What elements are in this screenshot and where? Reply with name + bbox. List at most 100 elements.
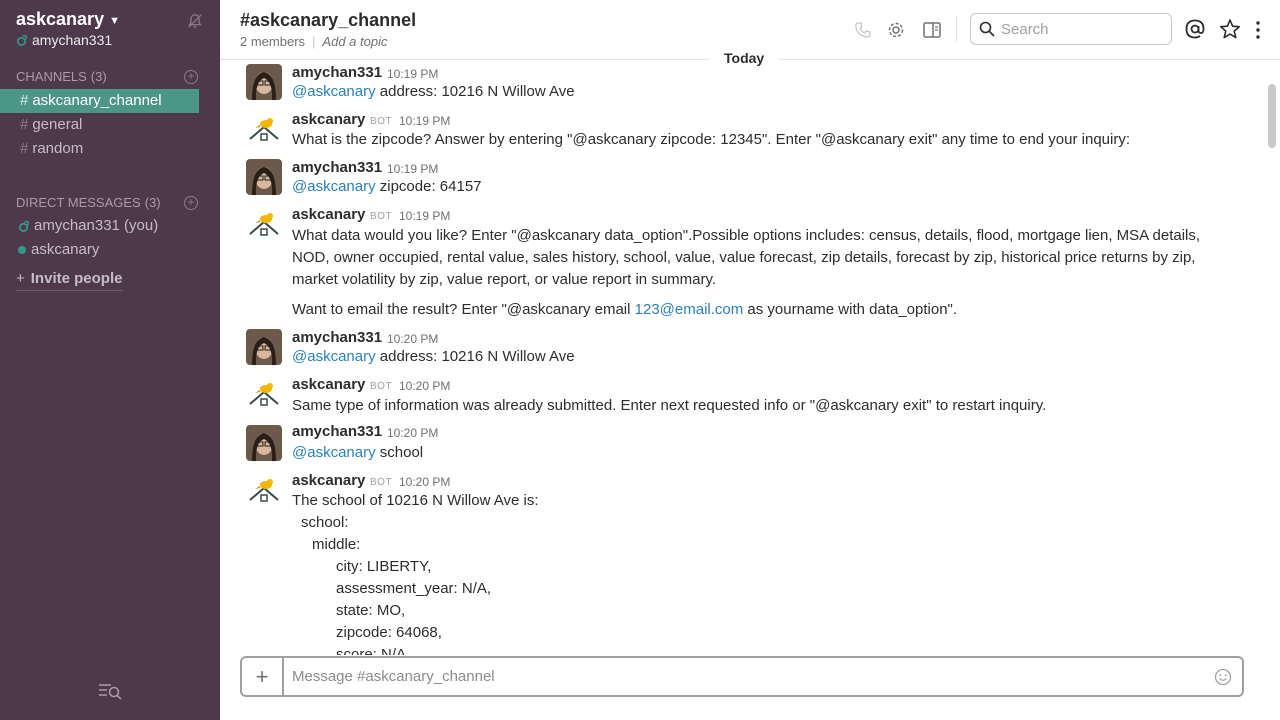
team-name: askcanary (16, 9, 105, 29)
mention-link[interactable]: @askcanary (292, 348, 376, 365)
member-count[interactable]: 2 members (240, 34, 305, 49)
timestamp[interactable]: 10:19 PM (387, 162, 438, 176)
channels-heading-label: CHANNELS (16, 69, 87, 84)
separator: | (312, 34, 316, 49)
team-menu[interactable]: askcanary ▼ (16, 9, 120, 30)
dm-heading-label: DIRECT MESSAGES (16, 195, 141, 210)
sidebar-item-general[interactable]: # general (0, 113, 199, 137)
message-body: school (375, 444, 424, 461)
mention-link[interactable]: @askcanary (292, 83, 376, 100)
mention-link[interactable]: @askcanary (292, 178, 376, 195)
emoji-icon[interactable] (1214, 668, 1232, 686)
presence-icon (18, 220, 29, 232)
channel-meta: 2 members | Add a topic (240, 34, 387, 49)
channel-title[interactable]: #askcanary_channel (240, 10, 416, 31)
message-body: as yourname with data_option". (743, 301, 958, 318)
timestamp[interactable]: 10:19 PM (399, 209, 450, 223)
message-text: What data would you like? Enter "@askcan… (292, 227, 1201, 288)
plus-icon: + (255, 663, 269, 689)
hash-icon: # (20, 92, 29, 109)
bot-avatar[interactable] (246, 376, 282, 412)
sender-name[interactable]: askcanary (292, 111, 365, 128)
sender-name[interactable]: amychan331 (292, 159, 382, 176)
message-text: What is the zipcode? Answer by entering … (292, 131, 1131, 148)
bot-badge: BOT (370, 381, 393, 392)
message-text: score: N/A (336, 646, 407, 655)
bot-avatar[interactable] (246, 206, 282, 242)
message-text: city: LIBERTY, (336, 558, 432, 575)
star-icon[interactable] (1219, 18, 1241, 40)
bot-avatar[interactable] (246, 111, 282, 147)
avatar[interactable] (246, 425, 282, 461)
mention-link[interactable]: @askcanary (292, 444, 376, 461)
phone-icon[interactable] (853, 20, 873, 40)
message-text: state: MO, (336, 602, 406, 619)
timestamp[interactable]: 10:20 PM (387, 426, 438, 440)
sender-name[interactable]: askcanary (292, 472, 365, 489)
avatar[interactable] (246, 159, 282, 195)
sidebar-item-askcanary-channel[interactable]: # askcanary_channel (0, 89, 199, 113)
user-name: amychan331 (32, 32, 113, 48)
message-input[interactable] (284, 668, 1214, 685)
message-text: middle: (312, 536, 361, 553)
search-box[interactable] (970, 13, 1172, 45)
search-icon (979, 21, 995, 37)
message-list: amychan331 10:19 PM @askcanary address: … (220, 61, 1266, 655)
online-dot-icon (18, 246, 26, 254)
add-channel-icon[interactable]: + (184, 70, 198, 84)
channels-heading[interactable]: CHANNELS (3) (16, 69, 107, 84)
mentions-icon[interactable] (1184, 18, 1206, 40)
bot-avatar[interactable] (246, 472, 282, 508)
message-body: address: 10216 N Willow Ave (375, 83, 575, 100)
more-vertical-icon[interactable] (1254, 20, 1262, 40)
attach-button[interactable]: + (242, 658, 284, 695)
search-input[interactable] (1001, 20, 1161, 38)
channels-count: (3) (90, 69, 107, 84)
sidebar-item-dm-askcanary[interactable]: askcanary (0, 239, 99, 261)
bot-badge: BOT (370, 477, 393, 488)
sender-name[interactable]: amychan331 (292, 329, 382, 346)
message-text: @askcanary address: 10216 N Willow Ave (292, 346, 1222, 368)
invite-people-button[interactable]: + Invite people (16, 270, 123, 291)
direct-messages-heading[interactable]: DIRECT MESSAGES (3) (16, 195, 161, 210)
timestamp[interactable]: 10:20 PM (399, 379, 450, 393)
channel-label: askcanary_channel (32, 92, 162, 109)
bot-badge: BOT (370, 116, 393, 127)
channel-label: random (32, 140, 84, 157)
sidebar-item-dm-self[interactable]: amychan331 (you) (0, 215, 158, 237)
header-divider (956, 16, 957, 42)
invite-label: Invite people (30, 270, 123, 287)
timestamp[interactable]: 10:19 PM (399, 114, 450, 128)
message-text: Same type of information was already sub… (292, 397, 1047, 414)
message-text: @askcanary zipcode: 64157 (292, 176, 1222, 198)
message-body: zipcode: 64157 (375, 178, 482, 195)
sender-name[interactable]: askcanary (292, 376, 365, 393)
add-dm-icon[interactable]: + (184, 196, 198, 210)
sidebar: askcanary ▼ amychan331 CHANNELS (3) + # a… (0, 0, 220, 720)
message-body: Want to email the result? Enter "@askcan… (292, 301, 635, 318)
gear-icon[interactable] (886, 20, 906, 40)
message-scrollbar[interactable] (1268, 84, 1276, 148)
sender-name[interactable]: askcanary (292, 206, 365, 223)
presence-icon (16, 34, 27, 46)
current-user[interactable]: amychan331 (16, 32, 112, 48)
email-link[interactable]: 123@email.com (635, 301, 744, 318)
avatar[interactable] (246, 329, 282, 365)
bell-off-icon[interactable] (186, 12, 204, 30)
day-divider: Today (710, 50, 779, 66)
timestamp[interactable]: 10:19 PM (387, 67, 438, 81)
sender-name[interactable]: amychan331 (292, 64, 382, 81)
timestamp[interactable]: 10:20 PM (399, 475, 450, 489)
details-pane-icon[interactable] (922, 20, 942, 40)
bot-badge: BOT (370, 211, 393, 222)
quick-switcher-icon[interactable] (98, 682, 122, 700)
hash-icon: # (20, 116, 29, 133)
message-text: @askcanary address: 10216 N Willow Ave (292, 81, 1222, 103)
sidebar-item-random[interactable]: # random (0, 137, 199, 161)
message-text: assessment_year: N/A, (336, 580, 492, 597)
timestamp[interactable]: 10:20 PM (387, 332, 438, 346)
sender-name[interactable]: amychan331 (292, 423, 382, 440)
plus-icon: + (16, 270, 25, 287)
avatar[interactable] (246, 64, 282, 100)
add-topic-link[interactable]: Add a topic (322, 34, 387, 49)
